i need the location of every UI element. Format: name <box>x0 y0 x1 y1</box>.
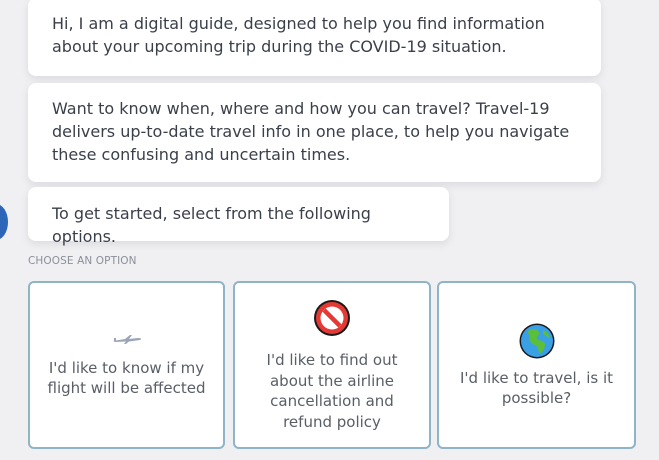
choose-option-label: CHOOSE AN OPTION <box>28 255 137 267</box>
option-travel-possible[interactable]: I'd like to travel, is it possible? <box>437 281 636 449</box>
chat-message: To get started, select from the followin… <box>28 187 449 246</box>
prohibited-icon <box>314 300 350 336</box>
option-flight-affected[interactable]: I'd like to know if my flight will be af… <box>28 281 225 449</box>
chat-message: Want to know when, where and how you can… <box>28 83 601 182</box>
bot-avatar <box>0 204 8 240</box>
chat-message-text: Hi, I am a digital guide, designed to he… <box>52 14 545 56</box>
globe-icon <box>519 323 554 358</box>
chat-message-text: Want to know when, where and how you can… <box>52 99 570 164</box>
chat-message: Hi, I am a digital guide, designed to he… <box>28 0 601 76</box>
airplane-icon <box>112 334 141 344</box>
chat-message-text: To get started, select from the followin… <box>52 204 371 246</box>
option-label: I'd like to travel, is it possible? <box>460 368 613 408</box>
option-label: I'd like to know if my flight will be af… <box>47 358 206 398</box>
option-label: I'd like to find out about the airline c… <box>266 351 398 431</box>
option-cancellation-policy[interactable]: I'd like to find out about the airline c… <box>233 281 431 449</box>
